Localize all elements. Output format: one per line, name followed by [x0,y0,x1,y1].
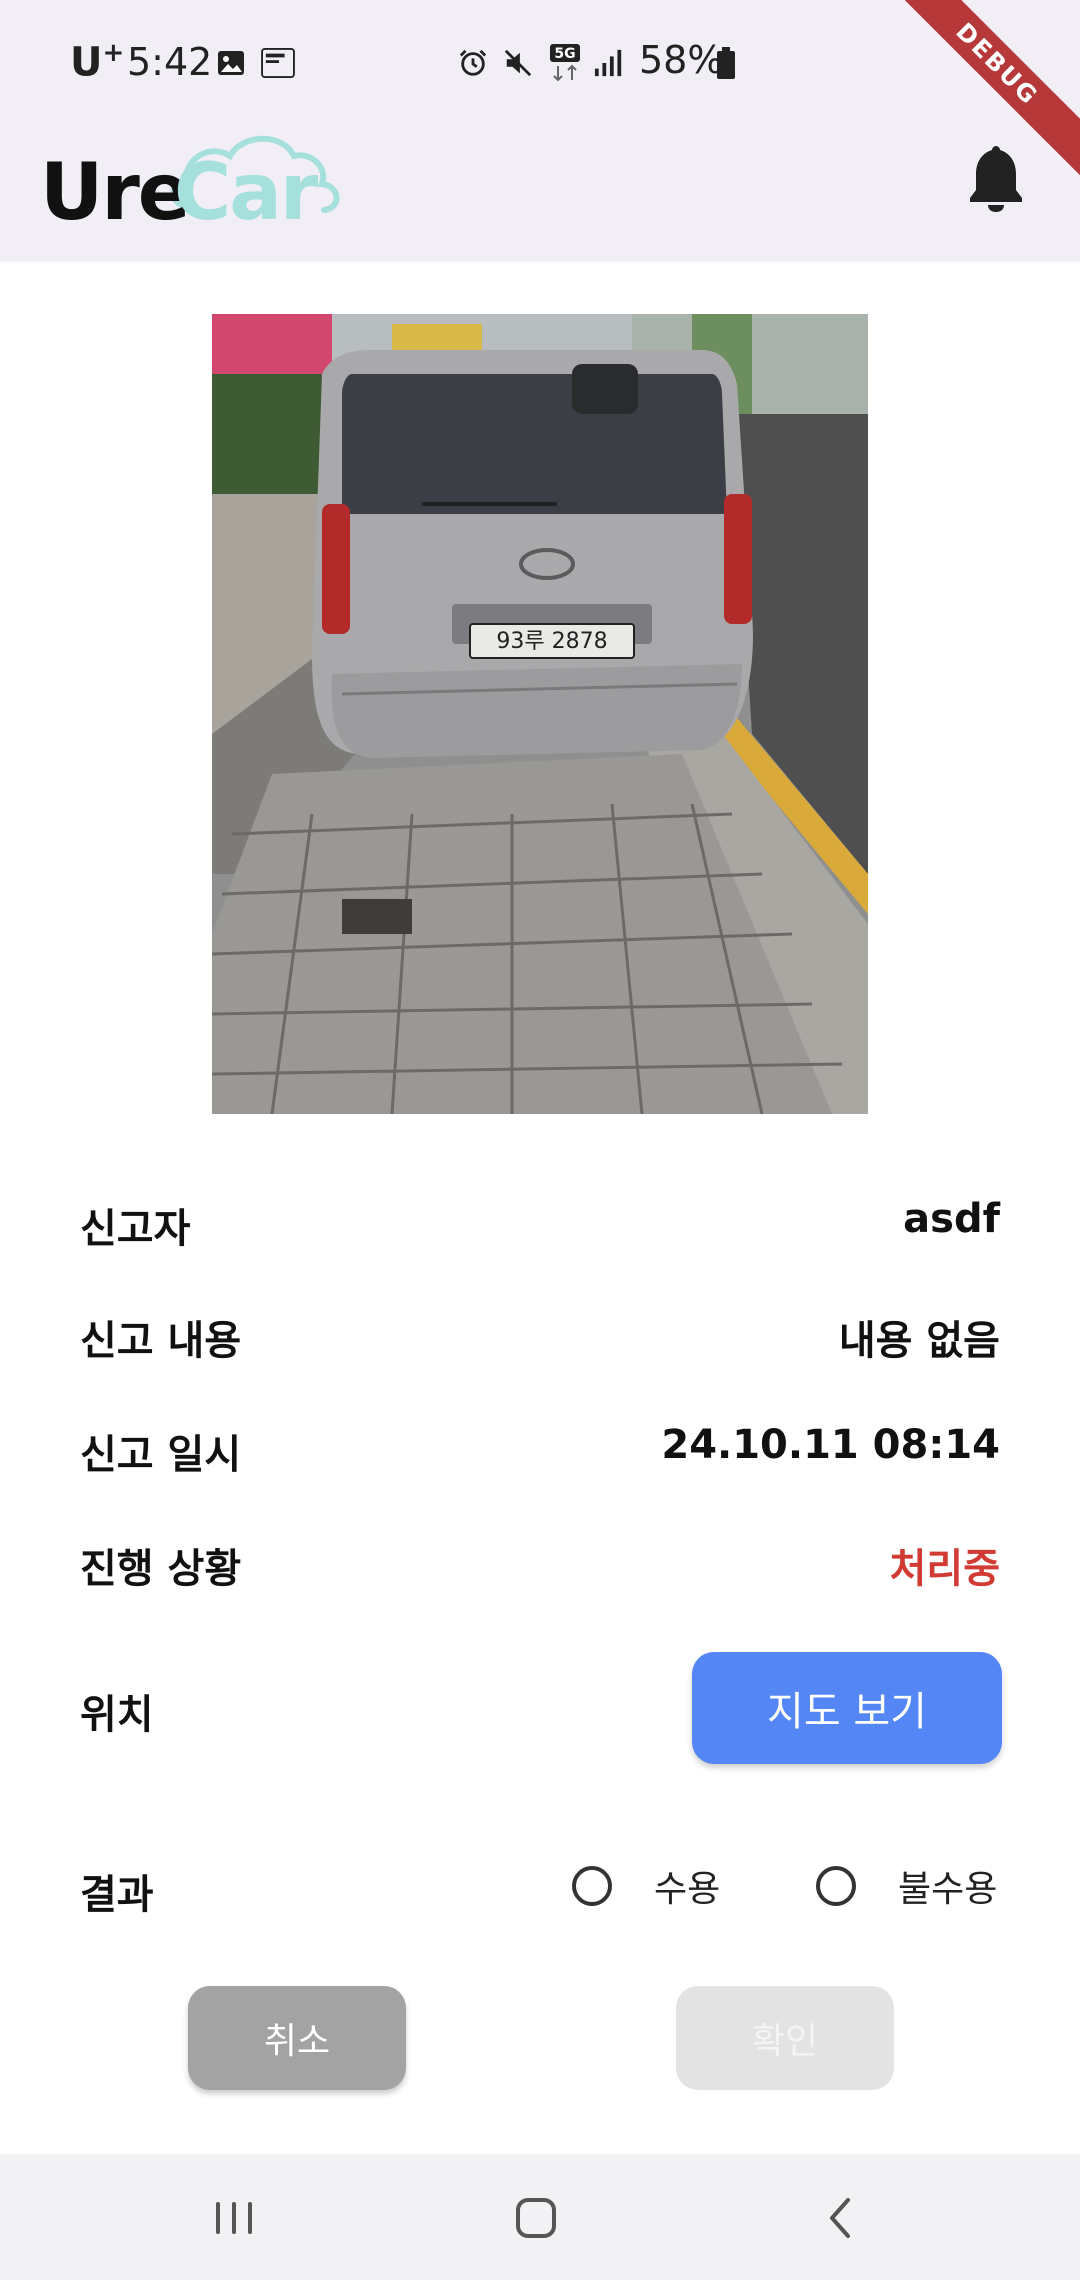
carrier-label: U+ [70,38,125,86]
reporter-row: 신고자 asdf [80,1186,1000,1256]
result-option-accept[interactable]: 수용 [572,1858,720,1914]
svg-text:5G: 5G [554,46,575,62]
app-logo: Ure Car [40,126,340,238]
confirm-button[interactable]: 확인 [676,1986,894,2090]
progress-status-label: 진행 상황 [80,1546,242,1592]
back-icon[interactable] [820,2192,860,2244]
system-nav-bar [0,2154,1080,2280]
mute-icon [504,49,532,77]
logo-text-car: Car [174,148,318,238]
accept-radio[interactable] [572,1866,612,1906]
top-region: U+ 5:42 5G 58% DEBUG Ure Car [0,0,1080,262]
report-content-row: 신고 내용 내용 없음 [80,1298,1000,1368]
gallery-icon [218,51,244,75]
home-icon[interactable] [512,2192,560,2244]
battery-icon [717,47,735,79]
cancel-button[interactable]: 취소 [188,1986,406,2090]
recent-apps-icon[interactable] [212,2192,256,2244]
tmoney-icon [261,48,295,78]
status-bar: U+ 5:42 5G 58% [0,0,1080,126]
report-datetime-value: 24.10.11 08:14 [661,1422,1000,1468]
clock: 5:42 [127,40,213,84]
reporter-label: 신고자 [80,1206,191,1252]
reject-label: 불수용 [898,1869,998,1910]
report-datetime-label: 신고 일시 [80,1432,242,1478]
reporter-value: asdf [903,1196,1000,1242]
report-datetime-row: 신고 일시 24.10.11 08:14 [80,1412,1000,1482]
result-option-reject[interactable]: 불수용 [816,1858,997,1914]
svg-text:93루 2878: 93루 2878 [496,629,607,654]
reject-radio[interactable] [816,1866,856,1906]
accept-label: 수용 [654,1869,721,1910]
alarm-icon [459,49,487,76]
report-content-value: 내용 없음 [838,1318,1000,1364]
report-photo: 93루 2878 [212,314,868,1114]
progress-status-row: 진행 상황 처리중 [80,1526,1000,1596]
notification-bell-icon[interactable] [968,142,1024,212]
report-content-label: 신고 내용 [80,1318,242,1364]
view-map-button[interactable]: 지도 보기 [692,1652,1002,1764]
result-label: 결과 [80,1872,154,1918]
network-5g-icon: 5G [550,44,580,82]
signal-icon [594,49,622,77]
location-label: 위치 [80,1692,154,1738]
battery-percent: 58% [639,38,724,82]
logo-text-ure: Ure [40,148,191,238]
progress-status-value: 처리중 [889,1546,1000,1592]
